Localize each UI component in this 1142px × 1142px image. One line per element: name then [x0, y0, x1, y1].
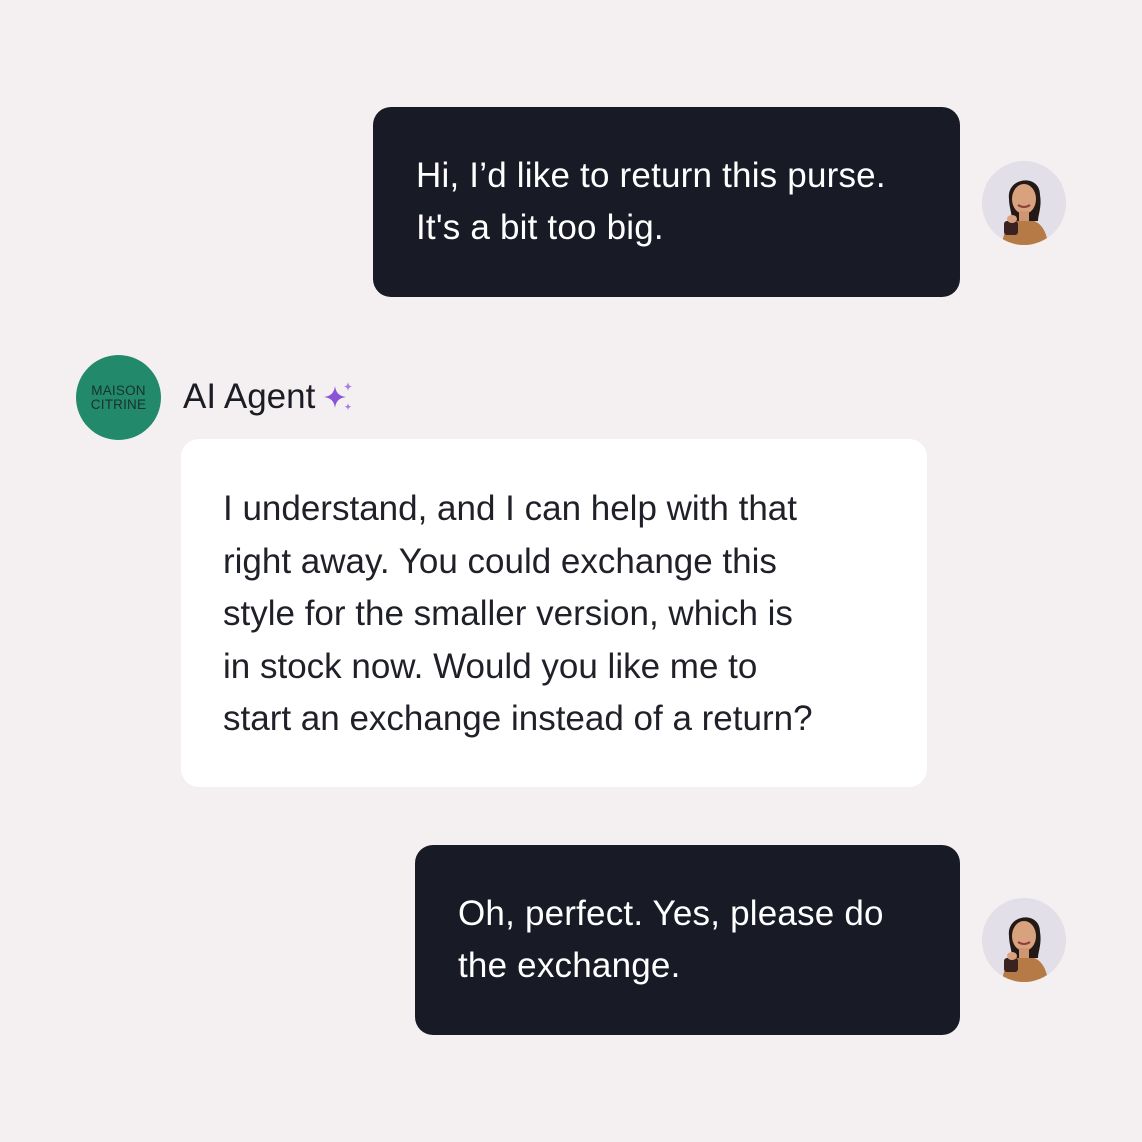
- logo-text: MAISON: [91, 382, 146, 398]
- agent-message-text: I understand, and I can help with that r…: [223, 483, 813, 746]
- message-line: It's a bit too big.: [416, 208, 664, 247]
- user-portrait-icon: [982, 161, 1066, 245]
- message-line: style for the smaller version, which is: [223, 594, 793, 633]
- user-message-text: Oh, perfect. Yes, please do the exchange…: [458, 888, 940, 992]
- message-line: Oh, perfect. Yes, please do: [458, 894, 884, 933]
- sparkle-icon: [324, 382, 353, 411]
- agent-name: AI Agent: [183, 377, 316, 416]
- message-line: start an exchange instead of a return?: [223, 699, 813, 738]
- brand-logo: MAISON CITRINE: [76, 355, 161, 440]
- user-message-bubble: Oh, perfect. Yes, please do the exchange…: [415, 845, 960, 1035]
- user-portrait-icon: [982, 898, 1066, 982]
- message-line: the exchange.: [458, 946, 681, 985]
- user-avatar: [982, 898, 1066, 982]
- user-message-bubble: Hi, I’d like to return this purse. It's …: [373, 107, 960, 297]
- user-avatar: [982, 161, 1066, 245]
- user-message-text: Hi, I’d like to return this purse. It's …: [416, 150, 940, 254]
- logo-text: CITRINE: [90, 396, 147, 412]
- agent-message-bubble: I understand, and I can help with that r…: [181, 439, 927, 787]
- message-line: in stock now. Would you like me to: [223, 646, 758, 686]
- message-line: Hi, I’d like to return this purse.: [416, 156, 886, 195]
- message-line: I understand, and I can help with that: [223, 489, 797, 528]
- agent-header: AI Agent: [183, 374, 355, 420]
- message-line: right away. You could exchange this: [223, 541, 777, 581]
